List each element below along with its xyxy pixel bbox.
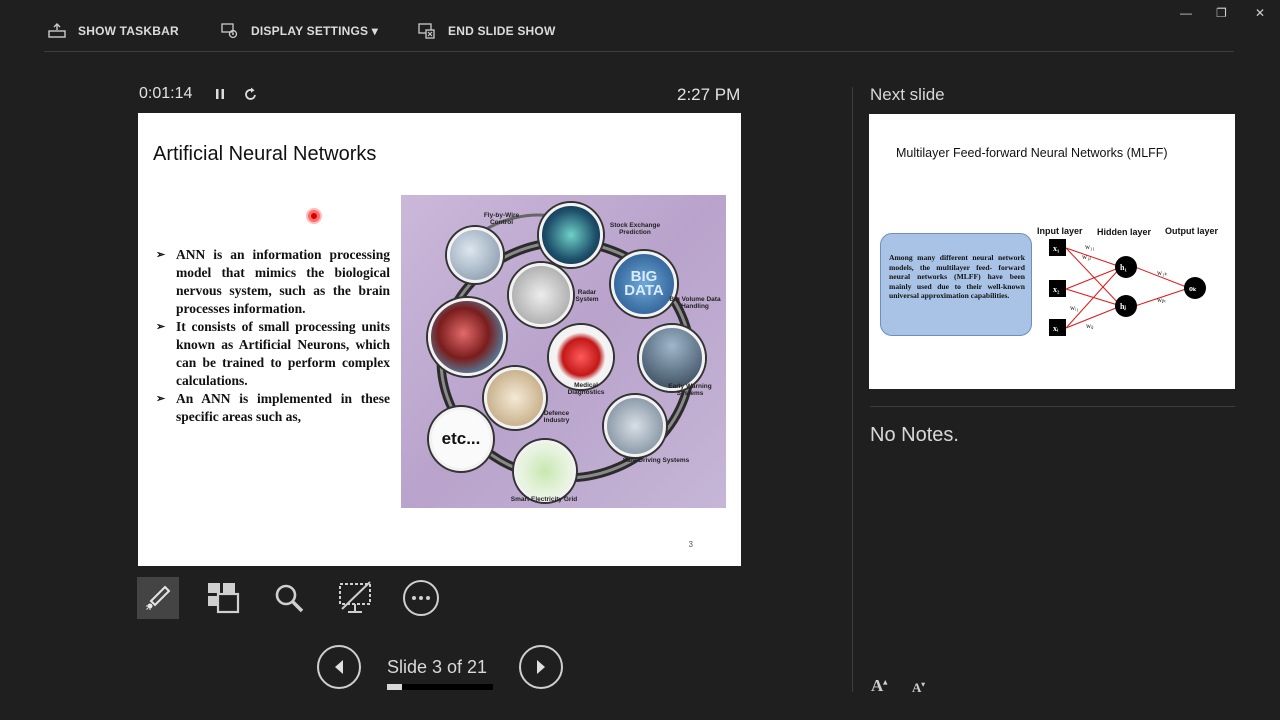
arrow-bullet-icon: ➢ bbox=[156, 393, 166, 405]
next-slide-text-box: Among many different neural network mode… bbox=[880, 233, 1032, 336]
elapsed-timer: 0:01:14 bbox=[139, 85, 193, 102]
pen-icon bbox=[146, 585, 171, 610]
bullet-item: ➢ ANN is an information processing model … bbox=[156, 246, 390, 318]
see-all-slides-button[interactable] bbox=[202, 577, 244, 619]
etc-image: etc... bbox=[429, 407, 493, 471]
black-screen-button[interactable] bbox=[334, 577, 376, 619]
laser-pointer bbox=[308, 210, 320, 222]
triangle-right-icon bbox=[537, 660, 545, 674]
slide-progress-bar bbox=[387, 684, 493, 690]
bullet-list: ➢ ANN is an information processing model … bbox=[156, 246, 390, 426]
ellipsis-icon bbox=[403, 580, 439, 616]
pane-divider[interactable] bbox=[852, 87, 853, 692]
slide-progress-fill bbox=[387, 684, 403, 690]
previous-slide-button[interactable] bbox=[317, 645, 361, 689]
node-hj-label: hⱼ bbox=[1120, 302, 1126, 311]
screen-off-icon bbox=[339, 581, 371, 613]
magnifier-icon bbox=[275, 584, 304, 613]
next-slide-heading: Next slide bbox=[870, 85, 945, 104]
bullet-text: An ANN is implemented in these specific … bbox=[176, 391, 390, 424]
more-options-button[interactable] bbox=[400, 577, 442, 619]
medical-label: Medical Diagnostics bbox=[567, 382, 605, 396]
node-x2-label: x₂ bbox=[1053, 285, 1060, 294]
node-x1-label: x₁ bbox=[1053, 244, 1060, 253]
minimize-icon[interactable]: — bbox=[1180, 6, 1192, 20]
next-slide-box-text: Among many different neural network mode… bbox=[889, 253, 1025, 300]
show-taskbar-label: SHOW TASKBAR bbox=[78, 24, 179, 38]
end-show-icon bbox=[418, 23, 435, 39]
fly-by-wire-label: Fly-by-Wire Control bbox=[483, 212, 520, 226]
arrow-bullet-icon: ➢ bbox=[156, 249, 166, 261]
zoom-button[interactable] bbox=[268, 577, 310, 619]
bullet-text: It consists of small processing units kn… bbox=[176, 319, 390, 388]
fly-by-wire-image bbox=[447, 227, 503, 283]
toolbar-divider bbox=[44, 51, 1234, 52]
increase-font-button[interactable]: A▴ bbox=[871, 676, 887, 696]
next-slide-title: Multilayer Feed-forward Neural Networks … bbox=[896, 146, 1168, 160]
etc-text: etc... bbox=[441, 429, 481, 448]
restore-icon[interactable]: ❐ bbox=[1216, 6, 1227, 20]
decrease-font-button[interactable]: A▾ bbox=[912, 680, 925, 696]
input-layer-label: Input layer bbox=[1037, 226, 1083, 236]
display-settings-label: DISPLAY SETTINGS ▾ bbox=[251, 24, 378, 38]
close-icon[interactable]: ✕ bbox=[1255, 6, 1265, 20]
weight-wij: wᵢⱼ bbox=[1086, 322, 1093, 330]
weight-w1j: w₁ⱼ bbox=[1082, 253, 1091, 261]
decrease-arrow-icon: ▾ bbox=[921, 680, 925, 689]
display-settings-button[interactable]: DISPLAY SETTINGS ▾ bbox=[221, 22, 378, 40]
current-slide: Artificial Neural Networks ➢ ANN is an in… bbox=[138, 113, 741, 566]
ann-applications-image: Fly-by-Wire Control Stock Exchange Predi… bbox=[401, 195, 726, 508]
safe-driving-label: Safe Driving Systems bbox=[622, 457, 690, 464]
early-warning-image bbox=[639, 325, 705, 391]
smart-grid-image bbox=[514, 440, 576, 502]
radar-label: Radar System bbox=[575, 289, 599, 303]
weight-w1k: w₁ₖ bbox=[1157, 269, 1167, 277]
bullet-item: ➢ It consists of small processing units k… bbox=[156, 318, 390, 390]
engine-image bbox=[428, 298, 506, 376]
grid-slides-icon bbox=[208, 583, 240, 614]
big-volume-label: Big Volume Data Handling bbox=[669, 296, 721, 310]
speaker-notes[interactable]: No Notes. bbox=[870, 424, 959, 447]
node-ok-label: oₖ bbox=[1189, 284, 1197, 293]
current-time: 2:27 PM bbox=[677, 85, 741, 104]
slide-counter[interactable]: Slide 3 of 21 bbox=[387, 657, 487, 678]
safe-driving-image bbox=[604, 395, 666, 457]
smart-grid-label: Smart Electricity Grid bbox=[510, 496, 578, 503]
weight-w11: w₁₁ bbox=[1085, 243, 1095, 251]
arrow-bullet-icon: ➢ bbox=[156, 321, 166, 333]
increase-arrow-icon: ▴ bbox=[883, 677, 888, 687]
stock-exchange-image bbox=[539, 203, 603, 267]
early-warning-label: Early Warning Systems bbox=[668, 383, 712, 397]
node-h1-label: h₁ bbox=[1120, 263, 1127, 272]
hidden-layer-label: Hidden layer bbox=[1097, 227, 1152, 237]
weight-wjk: wⱼₖ bbox=[1157, 296, 1166, 304]
output-layer-label: Output layer bbox=[1165, 226, 1219, 236]
display-settings-icon bbox=[221, 23, 238, 39]
taskbar-icon bbox=[48, 23, 66, 38]
slide-title: Artificial Neural Networks bbox=[153, 143, 377, 165]
stock-exchange-label: Stock Exchange Prediction bbox=[609, 222, 661, 236]
next-slide-preview[interactable]: Multilayer Feed-forward Neural Networks … bbox=[869, 114, 1235, 389]
restart-icon[interactable] bbox=[244, 86, 258, 102]
end-slide-show-button[interactable]: END SLIDE SHOW bbox=[418, 22, 555, 40]
mlff-network-diagram: Input layer Hidden layer Output layer x₁… bbox=[1037, 226, 1219, 336]
medical-image bbox=[549, 325, 613, 389]
end-slide-show-label: END SLIDE SHOW bbox=[448, 24, 556, 38]
radar-image bbox=[509, 263, 573, 327]
pause-icon[interactable] bbox=[213, 86, 227, 102]
node-xi-label: xᵢ bbox=[1053, 324, 1059, 333]
triangle-left-icon bbox=[335, 660, 343, 674]
slide-page-number: 3 bbox=[688, 540, 693, 549]
weight-wi1: wᵢ₁ bbox=[1070, 304, 1079, 312]
pen-laser-tool-button[interactable] bbox=[137, 577, 179, 619]
bullet-item: ➢ An ANN is implemented in these specific… bbox=[156, 390, 390, 426]
hidden-node bbox=[1115, 295, 1137, 317]
next-slide-button[interactable] bbox=[519, 645, 563, 689]
big-data-text: BIG DATA bbox=[624, 268, 664, 299]
show-taskbar-button[interactable]: SHOW TASKBAR bbox=[48, 22, 179, 40]
defence-label: Defence Industry bbox=[543, 410, 570, 424]
bullet-text: ANN is an information processing model t… bbox=[176, 247, 390, 316]
notes-divider[interactable] bbox=[870, 406, 1235, 407]
